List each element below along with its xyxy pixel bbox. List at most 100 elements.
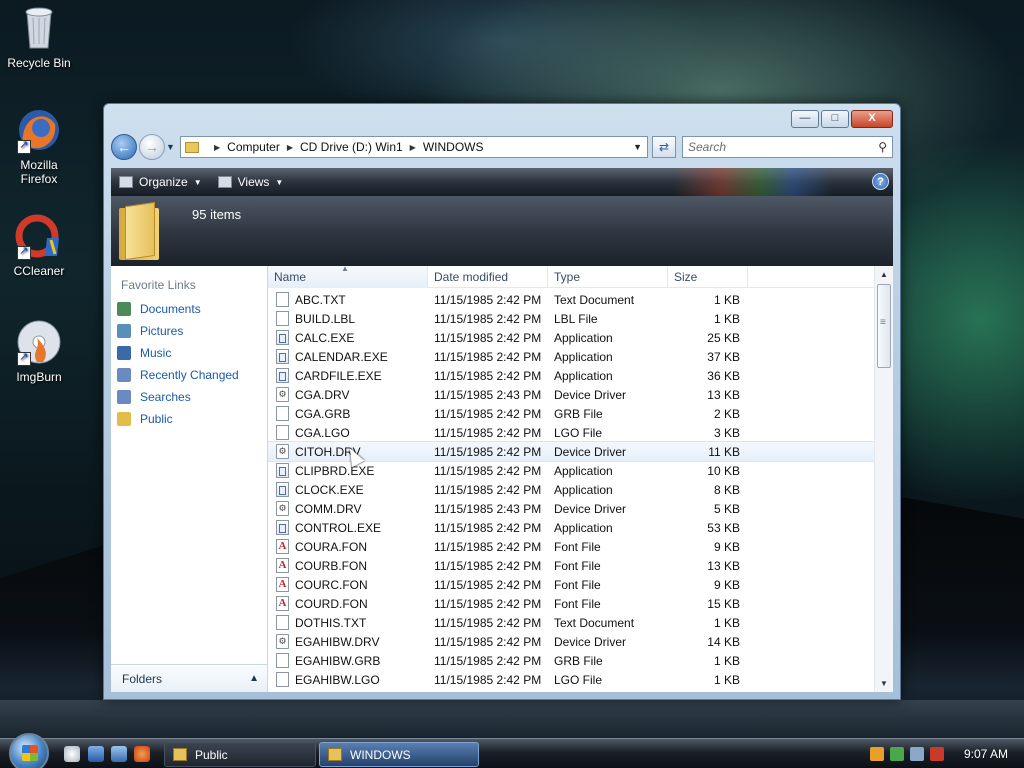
file-row[interactable]: CLOCK.EXE 11/15/1985 2:42 PM Application 8 … xyxy=(268,480,874,499)
file-type: Application xyxy=(554,349,613,364)
file-name: CONTROL.EXE xyxy=(295,520,382,535)
taskbar-button-windows[interactable]: WINDOWS xyxy=(319,742,479,767)
favorite-link-documents[interactable]: Documents xyxy=(111,298,267,320)
file-row[interactable]: EGAHIBW.LGO 11/15/1985 2:42 PM LGO File 1 K… xyxy=(268,670,874,689)
large-folder-icon xyxy=(119,201,159,261)
desktop-icon-firefox[interactable]: Mozilla Firefox xyxy=(1,106,77,186)
clock[interactable]: 9:07 AM xyxy=(964,747,1008,761)
file-row[interactable]: A COURA.FON 11/15/1985 2:42 PM Font File 9 K… xyxy=(268,537,874,556)
file-row[interactable]: CALC.EXE 11/15/1985 2:42 PM Application 25 … xyxy=(268,328,874,347)
security-shield-icon[interactable] xyxy=(870,746,884,761)
search-input[interactable]: Search ⚲ xyxy=(682,136,893,158)
file-row[interactable]: DOTHIS.TXT 11/15/1985 2:42 PM Text Documen… xyxy=(268,613,874,632)
file-size: 13 KB xyxy=(707,387,740,402)
scroll-down-icon[interactable]: ▼ xyxy=(875,675,893,692)
start-button[interactable] xyxy=(9,733,49,768)
file-row[interactable]: ⚙ EGAHIBW.DRV 11/15/1985 2:42 PM Device Dri… xyxy=(268,632,874,651)
desktop-icon-recycle-bin[interactable]: Recycle Bin xyxy=(1,4,77,70)
file-row[interactable]: CGA.LGO 11/15/1985 2:42 PM LGO File 3 KB xyxy=(268,423,874,442)
forward-button[interactable]: → xyxy=(139,134,165,160)
quick-launch-ie-icon[interactable] xyxy=(64,746,80,762)
network-icon[interactable] xyxy=(910,746,924,761)
file-type: GRB File xyxy=(554,653,603,668)
shortcut-arrow-icon xyxy=(17,244,31,260)
breadcrumb-separator-icon[interactable]: ▶ xyxy=(410,143,416,152)
file-type: Application xyxy=(554,330,613,345)
help-button[interactable]: ? xyxy=(872,173,889,190)
file-row[interactable]: A COURC.FON 11/15/1985 2:42 PM Font File 9 K… xyxy=(268,575,874,594)
breadcrumb-cd-drive[interactable]: CD Drive (D:) Win1 xyxy=(300,140,403,154)
file-size: 13 KB xyxy=(707,558,740,573)
column-header-date-modified[interactable]: Date modified xyxy=(428,266,548,288)
address-dropdown-icon[interactable]: ▼ xyxy=(633,142,642,152)
file-date: 11/15/1985 2:42 PM xyxy=(434,634,542,649)
file-row[interactable]: BUILD.LBL 11/15/1985 2:42 PM LBL File 1 KB xyxy=(268,309,874,328)
show-desktop-icon[interactable] xyxy=(88,746,104,762)
column-header-size[interactable]: Size xyxy=(668,266,748,288)
file-size: 9 KB xyxy=(713,539,740,554)
views-button[interactable]: Views ▼ xyxy=(210,168,292,196)
file-name: ABC.TXT xyxy=(295,292,346,307)
volume-muted-icon[interactable] xyxy=(930,746,944,761)
file-type: Text Document xyxy=(554,615,635,630)
chevron-up-icon: ▲ xyxy=(249,673,259,684)
file-date: 11/15/1985 2:42 PM xyxy=(434,368,542,383)
file-size: 1 KB xyxy=(713,672,740,687)
scroll-up-icon[interactable]: ▲ xyxy=(875,266,893,283)
file-name-cell: A COURD.FON xyxy=(268,596,428,611)
file-row[interactable]: CLIPBRD.EXE 11/15/1985 2:42 PM Application… xyxy=(268,461,874,480)
column-header-type[interactable]: Type xyxy=(548,266,668,288)
maximize-button[interactable]: □ xyxy=(821,110,849,128)
views-label: Views xyxy=(237,175,270,189)
file-name: COURA.FON xyxy=(295,539,367,554)
file-row[interactable]: ⚙ COMM.DRV 11/15/1985 2:43 PM Device Driver… xyxy=(268,499,874,518)
file-row[interactable]: CALENDAR.EXE 11/15/1985 2:42 PM Applicatio… xyxy=(268,347,874,366)
file-name-cell: CLIPBRD.EXE xyxy=(268,463,428,478)
refresh-button[interactable]: ⇄ xyxy=(652,136,676,158)
taskbar-button-public[interactable]: Public xyxy=(164,742,316,767)
favorite-link-pictures[interactable]: Pictures xyxy=(111,320,267,342)
breadcrumb-computer[interactable]: Computer xyxy=(227,140,280,154)
file-row[interactable]: A COURB.FON 11/15/1985 2:42 PM Font File 13 … xyxy=(268,556,874,575)
file-row[interactable]: CGA.GRB 11/15/1985 2:42 PM GRB File 2 KB xyxy=(268,404,874,423)
favorite-link-music[interactable]: Music xyxy=(111,342,267,364)
column-header-name[interactable]: ▲ Name xyxy=(268,266,428,288)
switch-windows-icon[interactable] xyxy=(111,746,127,762)
desktop-icon-imgburn[interactable]: ImgBurn xyxy=(1,318,77,384)
favorite-link-public[interactable]: Public xyxy=(111,408,267,430)
desktop-icon-label: CCleaner xyxy=(13,264,65,278)
file-row[interactable]: A COURD.FON 11/15/1985 2:42 PM Font File 15 … xyxy=(268,594,874,613)
generic-file-icon xyxy=(276,406,289,421)
address-bar[interactable]: ▶ Computer ▶ CD Drive (D:) Win1 ▶ WINDOW… xyxy=(180,136,648,158)
file-name-cell: ⚙ COMM.DRV xyxy=(268,501,428,516)
file-row[interactable]: EGAHIBW.GRB 11/15/1985 2:42 PM GRB File 1 K… xyxy=(268,651,874,670)
file-row[interactable]: CARDFILE.EXE 11/15/1985 2:42 PM Applicatio… xyxy=(268,366,874,385)
file-date: 11/15/1985 2:42 PM xyxy=(434,311,542,326)
breadcrumb-windows[interactable]: WINDOWS xyxy=(423,140,484,154)
favorite-link-searches[interactable]: Searches xyxy=(111,386,267,408)
file-date: 11/15/1985 2:42 PM xyxy=(434,615,542,630)
file-row[interactable]: CONTROL.EXE 11/15/1985 2:42 PM Application… xyxy=(268,518,874,537)
back-button[interactable]: ← xyxy=(111,134,137,160)
font-file-icon: A xyxy=(276,539,289,554)
file-row[interactable]: ⚙ CGA.DRV 11/15/1985 2:43 PM Device Driver 1… xyxy=(268,385,874,404)
file-row[interactable]: ABC.TXT 11/15/1985 2:42 PM Text Document 1 … xyxy=(268,290,874,309)
minimize-button[interactable]: — xyxy=(791,110,819,128)
vertical-scrollbar[interactable]: ▲ ▼ xyxy=(874,266,893,692)
search-icon[interactable]: ⚲ xyxy=(878,140,887,154)
taskbar-button-label: Public xyxy=(195,747,228,762)
application-icon xyxy=(276,368,289,383)
close-button[interactable]: X xyxy=(851,110,893,128)
checkmark-icon[interactable] xyxy=(890,746,904,761)
scrollbar-thumb[interactable] xyxy=(877,284,891,368)
desktop-icon-ccleaner[interactable]: CCleaner xyxy=(1,212,77,278)
folders-toggle[interactable]: Folders ▲ xyxy=(111,664,267,692)
back-arrow-icon: ← xyxy=(117,139,131,155)
organize-button[interactable]: Organize ▼ xyxy=(111,168,210,196)
favorite-link-recently-changed[interactable]: Recently Changed xyxy=(111,364,267,386)
file-date: 11/15/1985 2:42 PM xyxy=(434,349,542,364)
recent-pages-dropdown[interactable]: ▼ xyxy=(166,142,176,152)
quick-launch-firefox-icon[interactable] xyxy=(134,746,150,762)
breadcrumb-separator-icon[interactable]: ▶ xyxy=(214,143,220,152)
breadcrumb-separator-icon[interactable]: ▶ xyxy=(287,143,293,152)
